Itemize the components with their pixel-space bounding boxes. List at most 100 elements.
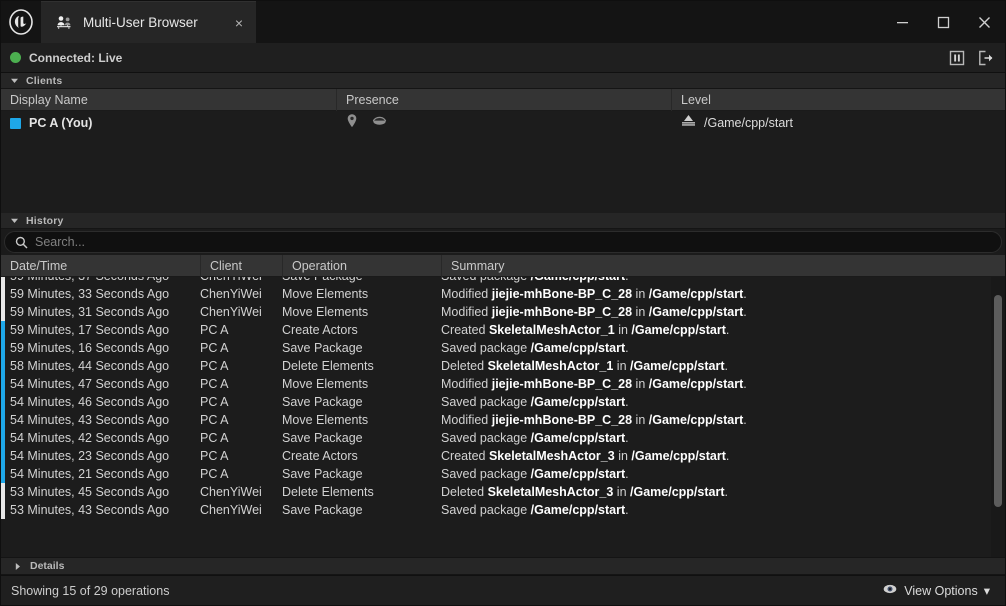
history-col-summary[interactable]: Summary <box>441 254 1005 277</box>
history-row-client-color <box>1 285 5 303</box>
chevron-down-icon <box>10 216 19 225</box>
history-row-client: PC A <box>200 377 229 391</box>
tab-close-icon[interactable]: × <box>228 12 250 34</box>
history-row[interactable]: 54 Minutes, 43 Seconds Ago PC A Move Eleme… <box>1 411 991 429</box>
history-row-client: PC A <box>200 467 229 481</box>
history-col-operation[interactable]: Operation <box>282 254 441 277</box>
close-button[interactable] <box>964 1 1005 43</box>
history-row[interactable]: 54 Minutes, 47 Seconds Ago PC A Move Eleme… <box>1 375 991 393</box>
history-scrollbar[interactable] <box>991 277 1005 557</box>
history-row-datetime: 54 Minutes, 23 Seconds Ago <box>10 449 170 463</box>
history-row-client-color <box>1 447 5 465</box>
history-row-datetime: 58 Minutes, 44 Seconds Ago <box>10 359 170 373</box>
history-row-client: PC A <box>200 449 229 463</box>
history-row-client: PC A <box>200 395 229 409</box>
details-section-header[interactable]: Details <box>1 557 1005 575</box>
history-row-summary: Saved package /Game/cpp/start. <box>441 341 629 355</box>
visibility-eye-icon[interactable] <box>371 114 388 132</box>
history-row[interactable]: 59 Minutes, 37 Seconds AgoChenYiWeiSave … <box>1 277 991 285</box>
history-col-client[interactable]: Client <box>200 254 282 277</box>
history-list: 59 Minutes, 37 Seconds AgoChenYiWeiSave … <box>1 277 1005 557</box>
history-row-client: PC A <box>200 413 229 427</box>
clients-col-level[interactable]: Level <box>671 88 1005 111</box>
view-options-label: View Options <box>904 583 978 598</box>
history-row-summary: Saved package /Game/cpp/start. <box>441 467 629 481</box>
visibility-eye-icon <box>882 582 898 600</box>
history-row-client-color <box>1 339 5 357</box>
maximize-button[interactable] <box>923 1 964 43</box>
history-row[interactable]: 59 Minutes, 17 Seconds Ago PC A Create Act… <box>1 321 991 339</box>
history-row[interactable]: 54 Minutes, 21 Seconds Ago PC A Save Packa… <box>1 465 991 483</box>
history-row-summary: Modified jiejie-mhBone-BP_C_28 in /Game/… <box>441 287 747 301</box>
history-row-operation: Move Elements <box>282 377 369 391</box>
history-row[interactable]: 53 Minutes, 45 Seconds Ago ChenYiWei Delet… <box>1 483 991 501</box>
history-row[interactable]: 59 Minutes, 16 Seconds Ago PC A Save Packa… <box>1 339 991 357</box>
history-row-summary: Created SkeletalMeshActor_1 in /Game/cpp… <box>441 323 730 337</box>
history-rows: 59 Minutes, 37 Seconds AgoChenYiWeiSave … <box>1 277 991 519</box>
clients-col-presence[interactable]: Presence <box>336 88 671 111</box>
history-row-datetime: 59 Minutes, 17 Seconds Ago <box>10 323 170 337</box>
history-row-client-color <box>1 303 5 321</box>
client-level-path: /Game/cpp/start <box>704 116 793 130</box>
history-row-client-color <box>1 429 5 447</box>
chevron-down-icon <box>10 76 19 85</box>
history-row[interactable]: 54 Minutes, 23 Seconds Ago PC A Create Act… <box>1 447 991 465</box>
history-row-client-color <box>1 465 5 483</box>
history-row-datetime: 53 Minutes, 43 Seconds Ago <box>10 503 170 517</box>
unreal-engine-logo-icon <box>1 1 41 43</box>
history-row[interactable]: 59 Minutes, 31 Seconds Ago ChenYiWei Move … <box>1 303 991 321</box>
history-row-client-color <box>1 411 5 429</box>
window-controls <box>882 1 1005 43</box>
history-row-client-color <box>1 483 5 501</box>
history-row[interactable]: 54 Minutes, 46 Seconds Ago PC A Save Packa… <box>1 393 991 411</box>
leave-session-button[interactable] <box>975 47 997 69</box>
history-panel: Date/Time Client Operation Summary 59 Mi… <box>1 229 1005 557</box>
history-row[interactable]: 59 Minutes, 33 Seconds Ago ChenYiWei Move … <box>1 285 991 303</box>
clients-section-header[interactable]: Clients <box>1 73 1005 89</box>
history-row-client-color <box>1 501 5 519</box>
clients-rows: PC A (You) /Game/cpp/start <box>1 111 1005 213</box>
connection-toolbar: Connected: Live <box>1 43 1005 73</box>
clients-section-title: Clients <box>26 74 63 87</box>
minimize-button[interactable] <box>882 1 923 43</box>
client-row[interactable]: PC A (You) /Game/cpp/start <box>1 111 1005 135</box>
operations-count-text: Showing 15 of 29 operations <box>11 583 170 598</box>
history-row-operation: Create Actors <box>282 449 358 463</box>
history-row-operation: Save Package <box>282 431 363 445</box>
history-row-operation: Save Package <box>282 277 441 285</box>
multi-user-browser-window: Multi-User Browser × Connected: Live Cli… <box>0 0 1006 606</box>
clients-col-display-name[interactable]: Display Name <box>1 89 336 111</box>
history-row-summary: Created SkeletalMeshActor_3 in /Game/cpp… <box>441 449 730 463</box>
tab-multi-user-browser[interactable]: Multi-User Browser × <box>41 1 256 43</box>
history-row-client-color <box>1 277 5 285</box>
history-row-operation: Delete Elements <box>282 359 374 373</box>
client-display-name-cell: PC A (You) <box>1 116 336 130</box>
history-row-datetime: 54 Minutes, 42 Seconds Ago <box>10 431 170 445</box>
search-icon <box>15 236 28 249</box>
history-row-operation: Save Package <box>282 503 363 517</box>
clients-column-headers: Display Name Presence Level <box>1 88 1005 111</box>
history-row[interactable]: 54 Minutes, 42 Seconds Ago PC A Save Packa… <box>1 429 991 447</box>
pause-session-button[interactable] <box>946 47 968 69</box>
location-pin-icon[interactable] <box>345 113 359 134</box>
history-row-operation: Save Package <box>282 341 363 355</box>
history-row[interactable]: 58 Minutes, 44 Seconds Ago PC A Delete Ele… <box>1 357 991 375</box>
history-section-header[interactable]: History <box>1 213 1005 229</box>
connection-status-indicator <box>10 52 21 63</box>
history-row-operation: Create Actors <box>282 323 358 337</box>
history-row-client: ChenYiWei <box>200 503 262 517</box>
history-row-summary: Modified jiejie-mhBone-BP_C_28 in /Game/… <box>441 305 747 319</box>
history-row-client: ChenYiWei <box>200 485 262 499</box>
history-row-client: ChenYiWei <box>200 305 262 319</box>
history-row[interactable]: 53 Minutes, 43 Seconds Ago ChenYiWei Save … <box>1 501 991 519</box>
history-row-datetime: 59 Minutes, 31 Seconds Ago <box>10 305 170 319</box>
history-row-datetime: 54 Minutes, 47 Seconds Ago <box>10 377 170 391</box>
history-row-datetime: 59 Minutes, 33 Seconds Ago <box>10 287 170 301</box>
search-input[interactable] <box>35 235 991 249</box>
level-map-icon <box>680 113 697 133</box>
history-col-datetime[interactable]: Date/Time <box>1 255 200 277</box>
history-search-bar[interactable] <box>4 231 1002 253</box>
history-scrollbar-thumb[interactable] <box>994 295 1002 507</box>
history-row-datetime: 54 Minutes, 43 Seconds Ago <box>10 413 170 427</box>
view-options-button[interactable]: View Options ▾ <box>877 579 995 603</box>
